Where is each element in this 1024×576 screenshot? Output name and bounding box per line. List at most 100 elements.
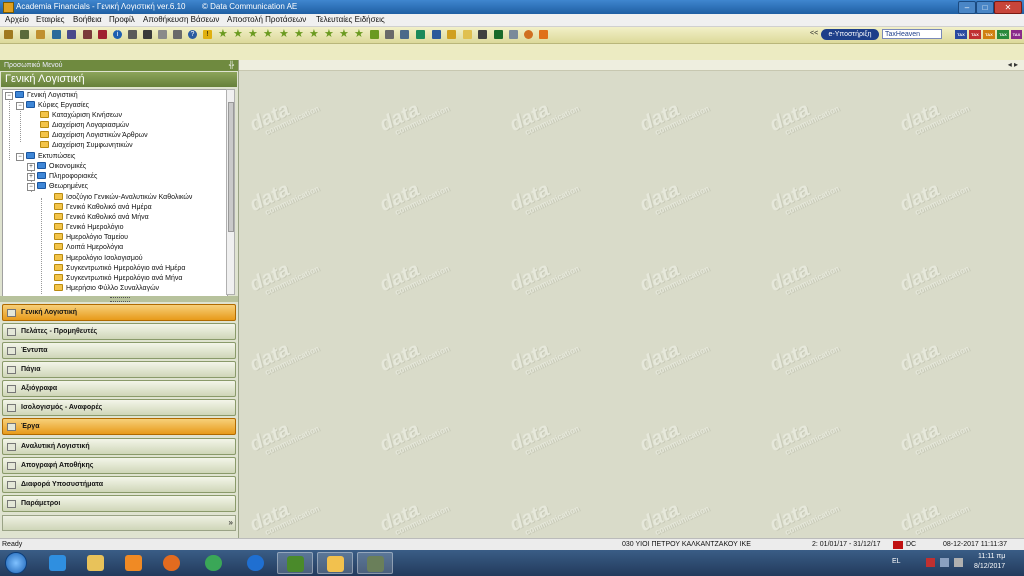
mail-icon[interactable] [158,30,167,39]
favorite-star-icon[interactable]: ★ [309,28,319,41]
flag-icon[interactable] [926,558,935,567]
tree-item[interactable]: + Πληροφοριακές [27,172,97,182]
clock-date[interactable]: 8/12/2017 [974,563,1005,570]
clock-time[interactable]: 11:11 πμ [978,553,1005,560]
close-button[interactable]: ✕ [994,1,1022,14]
tax-badge[interactable]: TAX [997,30,1009,39]
taskbar-app[interactable] [357,552,393,574]
e-support-button[interactable]: e-Υποστήριξη [821,29,879,40]
tax-badge[interactable]: TAX [969,30,981,39]
favorite-star-icon[interactable]: ★ [263,28,273,41]
phone-icon[interactable] [143,30,152,39]
triangle-icon[interactable] [370,30,379,39]
tree-item[interactable]: Διαχείριση Λογιστικών Άρθρων [40,131,148,141]
nav-other-subsystems[interactable]: Διαφορά Υποσυστήματα [2,476,236,493]
tree-item[interactable]: Ημερήσιο Φύλλο Συναλλαγών [54,284,159,294]
tree-item[interactable]: Λοιπά Ημερολόγια [54,243,123,253]
expand-icon[interactable]: + [27,173,35,181]
start-button[interactable] [5,552,27,574]
menu-send-suggestions[interactable]: Αποστολή Προτάσεων [227,15,306,24]
sheet-icon[interactable] [494,30,503,39]
menu-file[interactable]: Αρχείο [5,15,29,24]
pin-icon[interactable]: ╬ [229,60,234,71]
taskbar-app[interactable] [196,552,232,574]
scrollbar-thumb[interactable] [228,102,234,232]
tree-item[interactable]: Διαχείριση Συμφωνητικών [40,141,133,151]
nav-customers-suppliers[interactable]: Πελάτες - Προμηθευτές [2,323,236,340]
tree-item[interactable]: − Εκτυπώσεις [16,152,75,162]
taskbar-app[interactable] [317,552,353,574]
taskbar-app[interactable] [116,552,152,574]
exit-icon[interactable] [4,30,13,39]
tree-item[interactable]: Συγκεντρωτικό Ημερολόγιο ανά Μήνα [54,274,182,284]
tree-scrollbar[interactable] [226,89,235,295]
tree-item[interactable]: − Γενική Λογιστική [5,91,78,101]
info-icon[interactable]: i [113,30,122,39]
tree-item[interactable]: Γενικό Ημερολόγιο [54,223,123,233]
nav-forms[interactable]: Έντυπα [2,342,236,359]
nav-parameters[interactable]: Παράμετροι [2,495,236,512]
menu-companies[interactable]: Εταιρίες [36,15,65,24]
panel-splitter[interactable] [0,296,238,302]
minimize-button[interactable]: – [958,1,976,14]
tree-item[interactable]: Συγκεντρωτικό Ημερολόγιο ανά Ημέρα [54,264,185,274]
import-icon[interactable] [432,30,441,39]
tree-item[interactable]: − Κύριες Εργασίες [16,101,89,111]
network-icon[interactable] [940,558,949,567]
table-icon[interactable] [400,30,409,39]
tree-item[interactable]: Γενικό Καθολικό ανά Ημέρα [54,203,152,213]
tree-item[interactable]: Καταχώριση Κινήσεων [40,111,122,121]
tax-badge[interactable]: TAX [983,30,995,39]
configure-buttons-icon[interactable]: » [229,518,233,527]
language-indicator[interactable]: EL [892,558,901,565]
nav-cost-accounting[interactable]: Αναλυτική Λογιστική [2,438,236,455]
export-icon[interactable] [447,30,456,39]
favorite-star-icon[interactable]: ★ [339,28,349,41]
favorite-star-icon[interactable]: ★ [279,28,289,41]
companies-icon[interactable] [36,30,45,39]
tree-item[interactable]: Ημερολόγιο Ισολογισμού [54,254,143,264]
nav-balance-reports[interactable]: Ισολογισμός - Αναφορές [2,399,236,416]
help-icon[interactable]: ? [188,30,197,39]
taskbar-app[interactable] [154,552,190,574]
bank-icon[interactable] [20,30,29,39]
tax-badge[interactable]: TAX [1011,30,1022,39]
tree-item[interactable]: Ημερολόγιο Ταμείου [54,233,128,243]
favorite-star-icon[interactable]: ★ [218,28,228,41]
menu-profile[interactable]: Προφίλ [109,15,135,24]
tree-item[interactable]: Γενικό Καθολικό ανά Μήνα [54,213,149,223]
monitor-icon[interactable] [478,30,487,39]
collapse-icon[interactable]: − [5,92,13,100]
taskbar-app[interactable] [40,552,76,574]
nav-securities[interactable]: Αξιόγραφα [2,380,236,397]
tree-item[interactable]: − Θεωρημένες [27,182,88,192]
nav-inventory[interactable]: Απογραφή Αποθήκης [2,457,236,474]
tree-item[interactable]: Ισοζύγιο Γενικών-Αναλυτικών Καθολικών [54,193,192,203]
document-icon[interactable] [128,30,137,39]
taskbar-app[interactable] [277,552,313,574]
nav-fixed-assets[interactable]: Πάγια [2,361,236,378]
tax-badge[interactable]: TAX [955,30,967,39]
favorite-star-icon[interactable]: ★ [324,28,334,41]
menu-latest-news[interactable]: Τελευταίες Ειδήσεις [316,15,385,24]
favorite-star-icon[interactable]: ★ [294,28,304,41]
taxheaven-search[interactable]: TaxHeaven [882,29,942,39]
print-icon[interactable] [83,30,92,39]
grid-icon[interactable] [385,30,394,39]
database-icon[interactable] [509,30,518,39]
calculator-icon[interactable] [52,30,61,39]
menu-save-databases[interactable]: Αποθήκευση Βάσεων [143,15,219,24]
calendar-icon[interactable] [67,30,76,39]
collapse-icon[interactable]: − [16,153,24,161]
collapse-arrows[interactable]: << [810,30,818,37]
tree-item[interactable]: Διαχείριση Λογαριασμών [40,121,129,131]
book-icon[interactable] [98,30,107,39]
menu-help[interactable]: Βοήθεια [73,15,102,24]
taskbar-app[interactable] [78,552,114,574]
maximize-button[interactable]: □ [976,1,994,14]
tree-item[interactable]: + Οικονομικές [27,162,86,172]
taskbar-app[interactable] [238,552,274,574]
folder-open-icon[interactable] [463,30,472,39]
rss-icon[interactable] [539,30,548,39]
favorite-star-icon[interactable]: ★ [354,28,364,41]
